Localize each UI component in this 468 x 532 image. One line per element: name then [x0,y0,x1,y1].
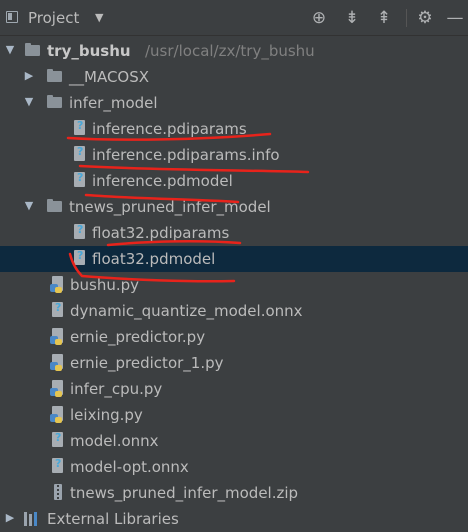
file-label: tnews_pruned_infer_model.zip [70,484,299,502]
file-label: ernie_predictor.py [70,328,206,346]
folder-icon [47,69,62,82]
archive-file-icon [54,484,62,500]
tree-row-ernie-predictor-py[interactable]: ernie_predictor.py [0,324,468,350]
chevron-down-icon[interactable]: ▼ [23,199,35,213]
tree-row-model-opt-onnx[interactable]: ? model-opt.onnx [0,454,468,480]
chevron-down-icon[interactable]: ▼ [4,43,16,57]
folder-label: tnews_pruned_infer_model [69,198,271,216]
dropdown-caret-icon[interactable]: ▼ [95,11,103,24]
locate-target-icon[interactable]: ⊕ [307,6,331,30]
file-label: inference.pdmodel [92,172,233,190]
tree-row-tnews-folder[interactable]: ▼ tnews_pruned_infer_model [0,194,468,220]
tree-row-leixing-py[interactable]: leixing.py [0,402,468,428]
tree-row-tnews-zip[interactable]: tnews_pruned_infer_model.zip [0,480,468,506]
tree-row-bushu-py[interactable]: bushu.py [0,272,468,298]
hide-panel-icon[interactable]: — [443,6,467,30]
root-folder-name: try_bushu [47,42,131,60]
file-label: float32.pdiparams [92,224,230,242]
file-label: bushu.py [70,276,140,294]
chevron-right-icon[interactable]: ▶ [23,69,35,83]
folder-label: infer_model [69,94,158,112]
gear-icon[interactable]: ⚙ [413,6,437,30]
file-label: float32.pdmodel [92,250,216,268]
tree-row-infer-cpu-py[interactable]: infer_cpu.py [0,376,468,402]
file-label: infer_cpu.py [70,380,163,398]
project-view-title[interactable]: Project [28,9,79,27]
root-folder-path: /usr/local/zx/try_bushu [145,42,315,60]
unknown-file-icon: ? [73,171,86,188]
python-file-icon [50,354,65,371]
folder-icon [25,43,40,56]
tree-row-macosx[interactable]: ▶ __MACOSX [0,64,468,90]
file-label: leixing.py [70,406,143,424]
expand-all-icon[interactable]: ⇟ [340,6,364,30]
project-panel-header: Project ▼ ⊕ ⇟ ⇞ ⚙ — [0,0,468,36]
python-file-icon [50,276,65,293]
unknown-file-icon: ? [73,119,86,136]
collapse-all-icon[interactable]: ⇞ [372,6,396,30]
tree-row-external-libraries[interactable]: ▶ External Libraries [0,506,468,532]
folder-icon [47,199,62,212]
chevron-down-icon[interactable]: ▼ [23,95,35,109]
folder-label: __MACOSX [69,68,150,86]
tree-row-ernie-predictor-1-py[interactable]: ernie_predictor_1.py [0,350,468,376]
tree-row-float32-pdiparams[interactable]: ? float32.pdiparams [0,220,468,246]
unknown-file-icon: ? [51,431,64,448]
unknown-file-icon: ? [73,145,86,162]
python-file-icon [50,406,65,423]
file-label: ernie_predictor_1.py [70,354,224,372]
tree-row-infer-model[interactable]: ▼ infer_model [0,90,468,116]
file-label: dynamic_quantize_model.onnx [70,302,303,320]
file-label: inference.pdiparams [92,120,247,138]
tree-row-dynamic-quantize-onnx[interactable]: ? dynamic_quantize_model.onnx [0,298,468,324]
project-square-icon [6,11,18,23]
unknown-file-icon: ? [51,457,64,474]
project-tree: ▼ try_bushu /usr/local/zx/try_bushu ▶ __… [0,36,468,528]
libraries-icon [24,512,40,526]
chevron-right-icon[interactable]: ▶ [4,511,16,525]
unknown-file-icon: ? [73,249,86,266]
tree-row-inference-pdmodel[interactable]: ? inference.pdmodel [0,168,468,194]
python-file-icon [50,328,65,345]
unknown-file-icon: ? [73,223,86,240]
python-file-icon [50,380,65,397]
tree-row-inference-pdiparams-info[interactable]: ? inference.pdiparams.info [0,142,468,168]
file-label: model.onnx [70,432,159,450]
file-label: model-opt.onnx [70,458,189,476]
file-label: inference.pdiparams.info [92,146,280,164]
tree-row-float32-pdmodel[interactable]: ? float32.pdmodel [0,246,468,272]
tree-row-inference-pdiparams[interactable]: ? inference.pdiparams [0,116,468,142]
unknown-file-icon: ? [51,301,64,318]
folder-icon [47,95,62,108]
toolbar-divider [406,9,407,27]
tree-row-root[interactable]: ▼ try_bushu /usr/local/zx/try_bushu [0,38,468,64]
tree-row-model-onnx[interactable]: ? model.onnx [0,428,468,454]
external-libraries-label: External Libraries [47,510,179,528]
